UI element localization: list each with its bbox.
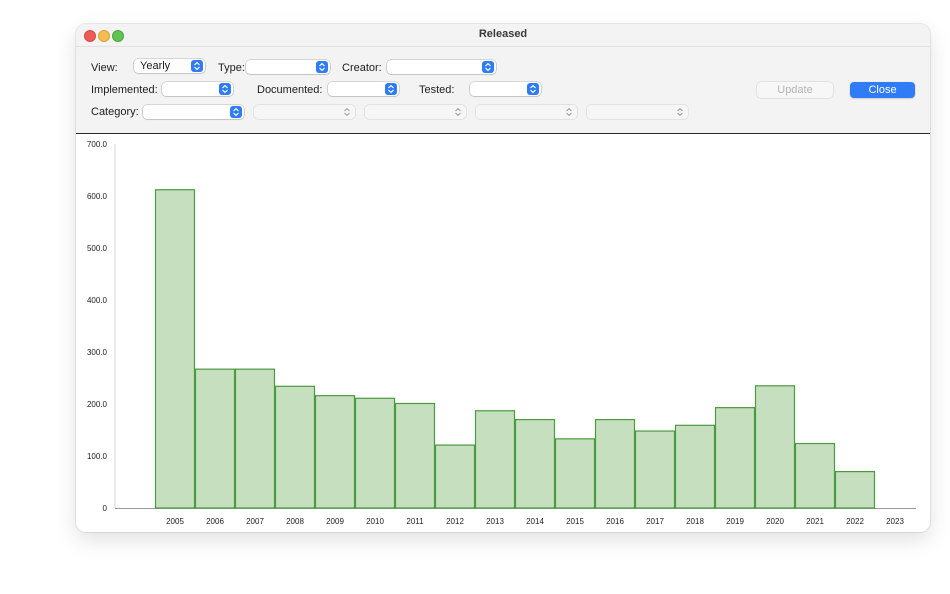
popup-arrows-icon [191,60,203,72]
bar-2015 [554,438,596,509]
x-tick-label: 2016 [606,517,624,526]
x-tick-label: 2023 [886,517,904,526]
documented-label: Documented: [257,84,323,96]
popup-arrows-icon [219,83,231,95]
x-tick-label: 2009 [326,517,344,526]
y-tick-label: 200.0 [87,400,108,409]
x-tick-label: 2011 [406,517,424,526]
bar-2013 [474,410,516,509]
popup-arrows-icon [674,106,686,118]
subcategory-popup-1[interactable] [254,105,355,119]
popup-arrows-icon [527,83,539,95]
tested-label: Tested: [419,84,455,96]
bar-2005 [154,189,196,509]
view-popup[interactable]: Yearly [134,59,205,73]
implemented-popup[interactable] [162,82,233,96]
bar-2014 [514,419,556,509]
x-tick-label: 2019 [726,517,744,526]
x-tick-label: 2020 [766,517,784,526]
bar-2012 [434,444,476,509]
subcategory-popup-4[interactable] [587,105,688,119]
popup-arrows-icon [230,106,242,118]
category-popup[interactable] [143,105,244,119]
y-tick-label: 500.0 [87,244,108,253]
y-tick-label: 700.0 [87,140,108,149]
x-tick-label: 2017 [646,517,664,526]
popup-arrows-icon [482,61,494,73]
update-button[interactable]: Update [757,82,833,98]
bar-2017 [634,430,676,509]
bar-2018 [674,424,716,509]
bar-2010 [354,397,396,509]
bar-2020 [754,385,796,509]
x-tick-label: 2013 [486,517,504,526]
y-tick-label: 300.0 [87,348,108,357]
documented-popup[interactable] [328,82,399,96]
x-tick-label: 2006 [206,517,224,526]
x-tick-label: 2021 [806,517,824,526]
y-tick-label: 600.0 [87,192,108,201]
released-bar-chart: 0 100.0 200.0 300.0 400.0 500.0 600.0 700.0 2005… [87,140,916,526]
x-tick-label: 2007 [246,517,264,526]
subcategory-popup-3[interactable] [476,105,577,119]
y-tick-label: 400.0 [87,296,108,305]
title-bar: Released [76,24,930,47]
view-label: View: [91,62,118,74]
x-tick-label: 2005 [166,517,184,526]
x-tick-label: 2014 [526,517,544,526]
filter-toolbar: View: Yearly Type: Creator: Update Close… [76,47,930,134]
bar-2007 [234,368,276,509]
y-tick-label: 0 [103,504,108,513]
category-label: Category: [91,106,139,118]
tested-popup[interactable] [470,82,541,96]
bar-2011 [394,402,436,509]
type-label: Type: [218,62,245,74]
bar-2022 [834,471,876,509]
popup-arrows-icon [316,61,328,73]
x-tick-label: 2015 [566,517,584,526]
subcategory-popup-2[interactable] [365,105,466,119]
x-tick-label: 2008 [286,517,304,526]
close-button[interactable]: Close [850,82,915,98]
bar-2019 [714,407,756,509]
x-tick-label: 2022 [846,517,864,526]
x-tick-label: 2018 [686,517,704,526]
creator-popup[interactable] [387,60,496,74]
bar-2006 [194,368,236,509]
implemented-label: Implemented: [91,84,158,96]
bar-2008 [274,385,316,509]
popup-arrows-icon [385,83,397,95]
bar-2009 [314,395,356,509]
released-window: Released View: Yearly Type: Creator: Upd… [76,24,930,532]
popup-arrows-icon [341,106,353,118]
view-popup-value: Yearly [140,60,171,72]
bar-2016 [594,419,636,509]
x-tick-label: 2012 [446,517,464,526]
type-popup[interactable] [246,60,330,74]
chart-area: 0 100.0 200.0 300.0 400.0 500.0 600.0 700.0 2005… [76,134,930,532]
y-tick-label: 100.0 [87,452,108,461]
popup-arrows-icon [452,106,464,118]
x-tick-label: 2010 [366,517,384,526]
creator-label: Creator: [342,62,382,74]
bar-2021 [794,442,836,509]
popup-arrows-icon [563,106,575,118]
window-title: Released [478,28,528,40]
